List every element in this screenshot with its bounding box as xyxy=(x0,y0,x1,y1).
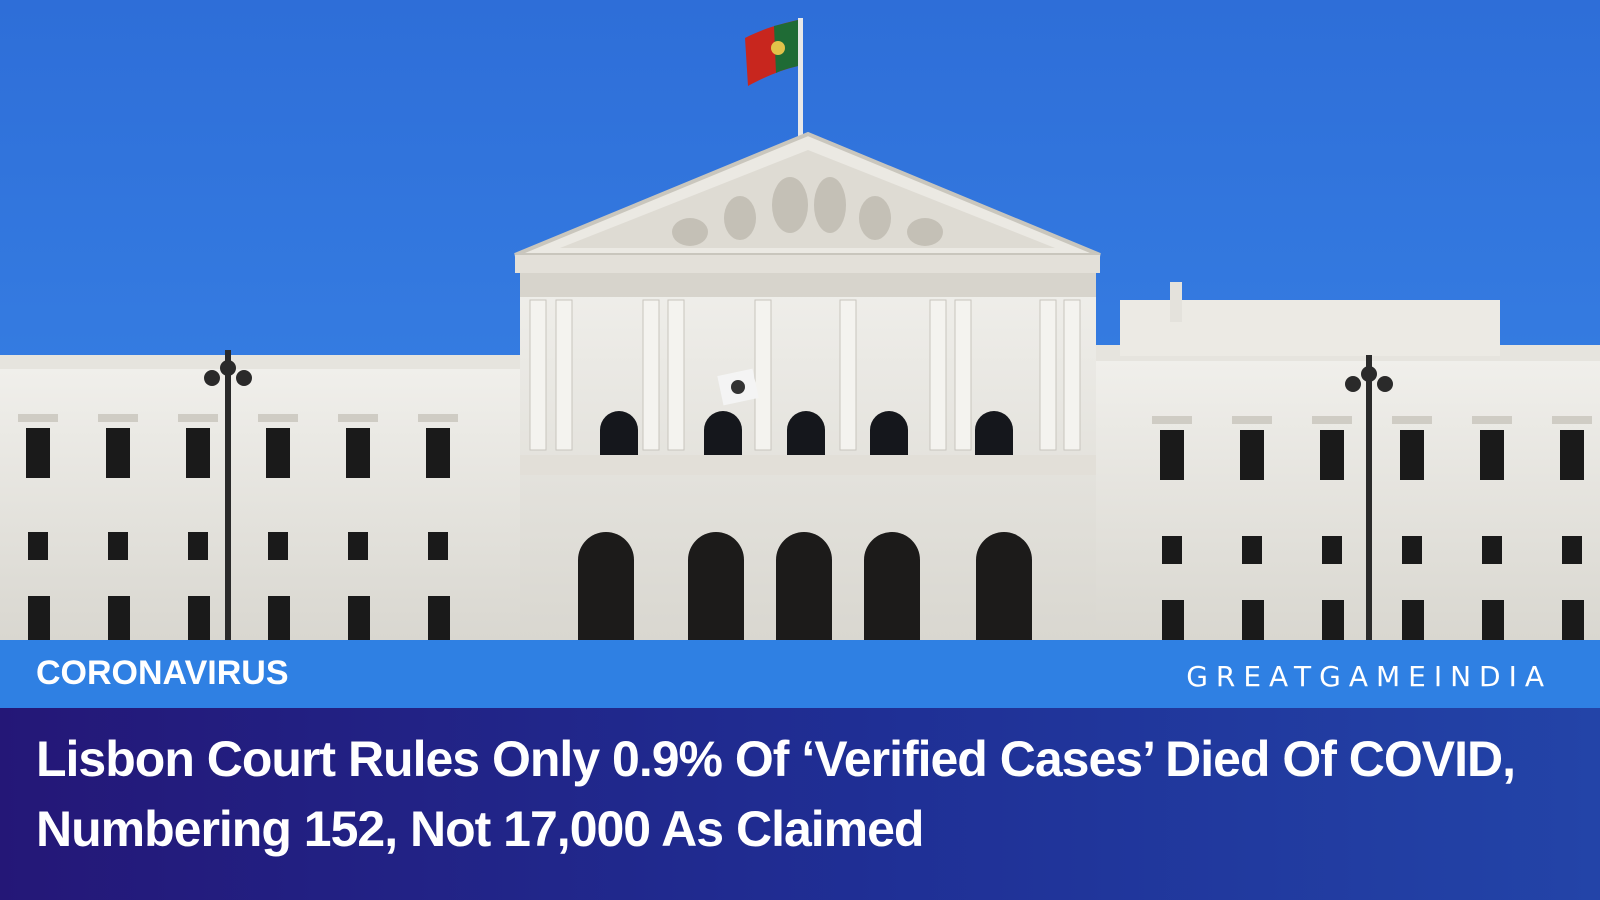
brand-logo-text[interactable]: GREATGAMEINDIA xyxy=(1186,660,1552,693)
headline-line-2: Numbering 152, Not 17,000 As Claimed xyxy=(36,801,924,857)
category-bar: CORONAVIRUS GREATGAMEINDIA xyxy=(0,640,1600,708)
hero-photo xyxy=(0,0,1600,640)
headline-line-1: Lisbon Court Rules Only 0.9% Of ‘Verifie… xyxy=(36,731,1516,787)
parliament-building-image xyxy=(0,0,1600,640)
headline-panel: Lisbon Court Rules Only 0.9% Of ‘Verifie… xyxy=(0,708,1600,900)
category-label[interactable]: CORONAVIRUS xyxy=(36,654,289,693)
